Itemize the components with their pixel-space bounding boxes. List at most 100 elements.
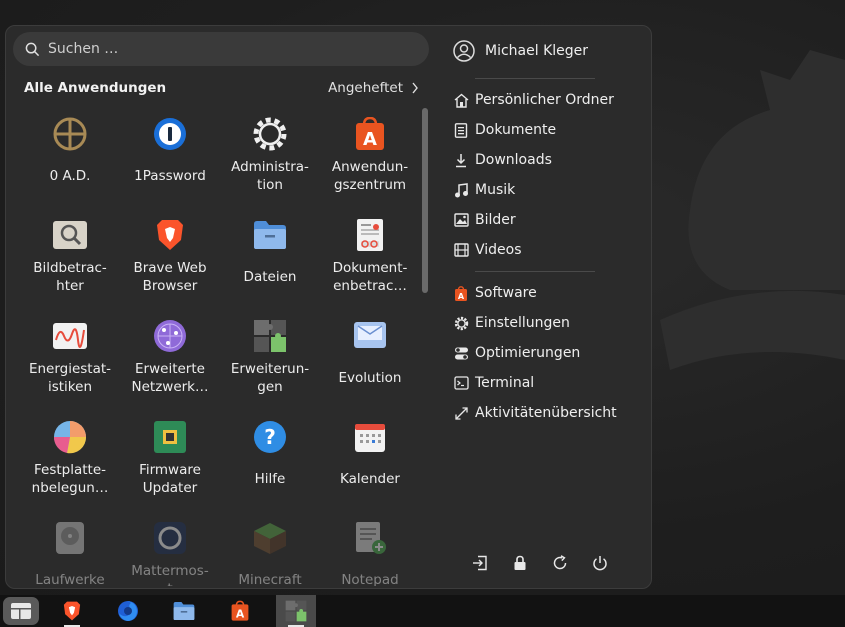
activities-icon bbox=[453, 405, 469, 421]
taskbar: A bbox=[0, 595, 845, 627]
app-administration[interactable]: Administra- tion bbox=[220, 108, 320, 209]
app-app-center[interactable]: A Anwendun- gszentrum bbox=[320, 108, 420, 209]
place-label: Dokumente bbox=[475, 122, 557, 138]
app-firmware-updater[interactable]: Firmware Updater bbox=[120, 411, 220, 512]
place-label: Persönlicher Ordner bbox=[475, 92, 614, 108]
place-pictures[interactable]: Bilder bbox=[453, 209, 516, 231]
calendar-icon bbox=[352, 419, 388, 455]
taskbar-firefox[interactable] bbox=[108, 595, 148, 627]
place-label: Bilder bbox=[475, 212, 516, 228]
app-menu-button[interactable] bbox=[2, 595, 40, 627]
system-label: Software bbox=[475, 285, 537, 301]
app-mattermost[interactable]: Mattermos- t bbox=[120, 512, 220, 586]
app-minecraft[interactable]: Minecraft bbox=[220, 512, 320, 586]
system-software[interactable]: A Software bbox=[453, 282, 537, 304]
app-1password[interactable]: 1Password bbox=[120, 108, 220, 209]
restart-icon[interactable] bbox=[551, 554, 569, 572]
firmware-chip-icon bbox=[152, 419, 188, 455]
svg-text:A: A bbox=[236, 608, 245, 621]
firefox-icon bbox=[118, 601, 138, 621]
minecraft-icon bbox=[252, 520, 288, 556]
download-icon bbox=[453, 152, 469, 168]
document-icon bbox=[453, 122, 469, 138]
brave-icon bbox=[152, 217, 188, 253]
app-help[interactable]: ? Hilfe bbox=[220, 411, 320, 512]
user-avatar-icon bbox=[453, 40, 475, 62]
places-column: Michael Kleger Persönlicher Ordner Dokum… bbox=[443, 26, 651, 588]
app-label: Anwendun- gszentrum bbox=[331, 159, 409, 193]
app-label: Energiestat- istiken bbox=[28, 361, 112, 395]
evolution-mail-icon bbox=[352, 318, 388, 354]
extensions-puzzle-icon bbox=[252, 318, 288, 354]
mattermost-icon bbox=[152, 520, 188, 556]
app-label: Brave Web Browser bbox=[133, 260, 207, 294]
app-menu-panel: Alle Anwendungen Angeheftet 0 A.D. 1Pass… bbox=[5, 25, 652, 589]
app-grid: 0 A.D. 1Password Administra- tion A Anwe… bbox=[20, 108, 422, 586]
extensions-puzzle-icon bbox=[285, 600, 307, 622]
app-grid-scrollbar[interactable] bbox=[422, 108, 428, 293]
place-downloads[interactable]: Downloads bbox=[453, 149, 552, 171]
app-label: Administra- tion bbox=[231, 159, 309, 193]
system-activities[interactable]: Aktivitätenübersicht bbox=[453, 402, 617, 424]
app-label: Hilfe bbox=[254, 471, 286, 487]
app-disks[interactable]: Laufwerke bbox=[20, 512, 120, 586]
terminal-icon bbox=[453, 375, 469, 391]
place-documents[interactable]: Dokumente bbox=[453, 119, 556, 141]
tweaks-icon bbox=[453, 345, 469, 361]
app-power-statistics[interactable]: Energiestat- istiken bbox=[20, 310, 120, 411]
disks-icon bbox=[52, 520, 88, 556]
svg-text:A: A bbox=[458, 292, 465, 301]
app-brave[interactable]: Brave Web Browser bbox=[120, 209, 220, 310]
power-statistics-icon bbox=[52, 318, 88, 354]
pinned-link[interactable]: Angeheftet bbox=[328, 80, 419, 96]
video-icon bbox=[453, 242, 469, 258]
taskbar-brave[interactable] bbox=[52, 595, 92, 627]
app-disk-usage[interactable]: Festplatte- nbelegun… bbox=[20, 411, 120, 512]
place-label: Videos bbox=[475, 242, 522, 258]
chevron-right-icon bbox=[412, 82, 418, 94]
lock-icon[interactable] bbox=[511, 554, 529, 572]
app-evolution[interactable]: Evolution bbox=[320, 310, 420, 411]
app-label: Firmware Updater bbox=[139, 462, 201, 496]
power-icon[interactable] bbox=[591, 554, 609, 572]
taskbar-extensions[interactable] bbox=[276, 595, 316, 627]
system-tweaks[interactable]: Optimierungen bbox=[453, 342, 580, 364]
disk-usage-icon bbox=[52, 419, 88, 455]
app-document-viewer[interactable]: Dokument- enbetrac… bbox=[320, 209, 420, 310]
place-videos[interactable]: Videos bbox=[453, 239, 522, 261]
app-notepad[interactable]: Notepad bbox=[320, 512, 420, 586]
system-settings[interactable]: Einstellungen bbox=[453, 312, 570, 334]
system-terminal[interactable]: Terminal bbox=[453, 372, 534, 394]
app-center-icon: A bbox=[231, 600, 249, 621]
system-label: Optimierungen bbox=[475, 345, 581, 361]
place-music[interactable]: Musik bbox=[453, 179, 515, 201]
app-network[interactable]: Erweiterte Netzwerk… bbox=[120, 310, 220, 411]
logout-icon[interactable] bbox=[471, 554, 489, 572]
app-label: Laufwerke bbox=[35, 572, 105, 586]
search-icon bbox=[25, 42, 40, 56]
app-label: Dokument- enbetrac… bbox=[332, 260, 408, 294]
app-label: Erweiterte Netzwerk… bbox=[131, 361, 209, 395]
svg-text:?: ? bbox=[264, 425, 276, 449]
place-home[interactable]: Persönlicher Ordner bbox=[453, 89, 614, 111]
app-calendar[interactable]: Kalender bbox=[320, 411, 420, 512]
user-account[interactable]: Michael Kleger bbox=[453, 40, 588, 62]
app-image-viewer[interactable]: Bildbetrac- hter bbox=[20, 209, 120, 310]
search-box[interactable] bbox=[13, 32, 429, 66]
app-label: Festplatte- nbelegun… bbox=[31, 462, 109, 496]
taskbar-app-center[interactable]: A bbox=[220, 595, 260, 627]
music-icon bbox=[453, 182, 469, 198]
document-viewer-icon bbox=[352, 217, 388, 253]
pinned-label: Angeheftet bbox=[328, 80, 403, 96]
app-label: Dateien bbox=[243, 269, 297, 285]
brave-icon bbox=[63, 601, 81, 621]
app-label: Evolution bbox=[338, 370, 402, 386]
app-label: Mattermos- t bbox=[131, 563, 209, 586]
app-0ad[interactable]: 0 A.D. bbox=[20, 108, 120, 209]
files-folder-icon bbox=[252, 217, 288, 253]
search-input[interactable] bbox=[48, 41, 408, 57]
app-files[interactable]: Dateien bbox=[220, 209, 320, 310]
app-extensions[interactable]: Erweiterun- gen bbox=[220, 310, 320, 411]
picture-icon bbox=[453, 212, 469, 228]
taskbar-files[interactable] bbox=[164, 595, 204, 627]
